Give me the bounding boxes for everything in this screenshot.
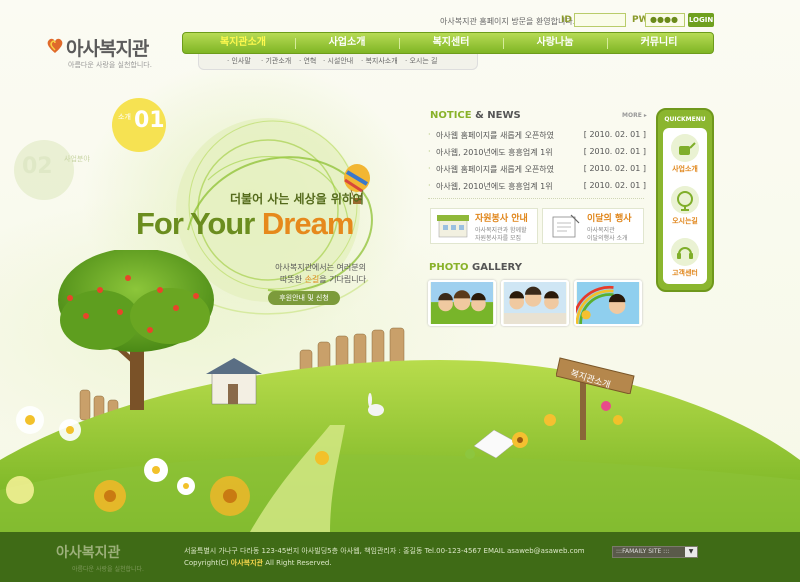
hero-subtitle: 더불어 사는 세상을 위하여 bbox=[230, 192, 364, 206]
gallery-thumbnail[interactable] bbox=[501, 280, 569, 326]
notice-item-date: [ 2010. 02. 01 ] bbox=[583, 164, 646, 173]
hero-title-part1: For Your bbox=[136, 206, 262, 241]
quick-menu-header: QUICKMENU bbox=[664, 116, 706, 123]
site-logo[interactable]: 아사복지관 아름다운 사랑을 실천합니다. bbox=[44, 30, 174, 76]
badge-02-number: 02 bbox=[22, 154, 53, 179]
page: 아사복지관 아름다운 사랑을 실천합니다. 아사복지관 홈페이지 방문을 환영합… bbox=[0, 0, 800, 582]
family-site-select[interactable]: :::FAMAILY SITE ::: ▼ bbox=[612, 546, 698, 558]
notice-item[interactable]: · 아사웹 홈페이지를 새롭게 오픈하였 [ 2010. 02. 01 ] bbox=[428, 130, 646, 147]
footer-address: 서울특별시 가나구 다라동 123-45번지 아사빌딩5층 아사웹, 책임관리자… bbox=[184, 547, 585, 555]
nav-item-center[interactable]: 복지센터 bbox=[399, 33, 503, 53]
subnav-item-facility[interactable]: · 시설안내 bbox=[323, 56, 353, 66]
quick-menu-panel: 사업소개 오시는길 고객센터 bbox=[663, 128, 707, 284]
hero-title: For Your Dream bbox=[136, 206, 354, 242]
wooden-sign: 복지관소개 bbox=[556, 354, 638, 394]
hero-title-part2: Dream bbox=[261, 206, 354, 241]
logo-tagline: 아름다운 사랑을 실천합니다. bbox=[68, 61, 152, 69]
login-button[interactable]: LOGIN bbox=[688, 13, 714, 27]
bullet-icon: · bbox=[428, 130, 431, 139]
badge-02-label: 사업분야 bbox=[64, 155, 90, 163]
notice-title-a: NOTICE bbox=[430, 110, 472, 121]
bullet-icon: · bbox=[428, 181, 431, 190]
copyright-prefix: Copyright(C) bbox=[184, 559, 231, 567]
notice-item-text[interactable]: 아사웹, 2010년에도 흥흥업계 1위 bbox=[436, 147, 553, 158]
family-site-label: :::FAMAILY SITE ::: bbox=[616, 548, 670, 555]
meadow-illustration bbox=[0, 250, 800, 532]
volunteer-line2: 자원봉사자를 모집 bbox=[475, 235, 522, 242]
bullet-icon: · bbox=[428, 164, 431, 173]
heart-logo-icon bbox=[47, 38, 63, 53]
footer-logo-tagline: 아름다운 사랑을 실천합니다. bbox=[72, 566, 144, 573]
quick-item-label: 오시는길 bbox=[672, 217, 698, 225]
subnav-item-greeting[interactable]: · 인사말 bbox=[227, 56, 251, 66]
subnav-item-directions[interactable]: · 오시는 길 bbox=[405, 56, 437, 66]
sub-nav: · 인사말 · 기관소개 · 연혁 · 시설안내 · 복지사소개 · 오시는 길 bbox=[198, 54, 478, 70]
quick-item-business[interactable]: 사업소개 bbox=[663, 132, 707, 180]
notice-item-date: [ 2010. 02. 01 ] bbox=[583, 130, 646, 139]
building-icon bbox=[437, 215, 469, 238]
nav-item-sharing[interactable]: 사랑나눔 bbox=[503, 33, 607, 53]
quick-menu: QUICKMENU 사업소개 오시는길 고객센터 bbox=[656, 108, 714, 292]
calendar-icon bbox=[552, 214, 580, 238]
footer-copyright: Copyright(C) 아사복지관 All Right Reserved. bbox=[184, 558, 332, 568]
notice-item-text[interactable]: 아사웹 홈페이지를 새롭게 오픈하였 bbox=[436, 164, 554, 175]
gallery-thumbnail[interactable] bbox=[574, 280, 642, 326]
notice-title-b: & NEWS bbox=[471, 110, 521, 121]
subnav-item-staff[interactable]: · 복지사소개 bbox=[361, 56, 398, 66]
kids-photo-icon bbox=[430, 282, 494, 324]
copyright-suffix: All Right Reserved. bbox=[262, 559, 332, 567]
gallery-title-b: GALLERY bbox=[468, 262, 522, 273]
nav-item-community[interactable]: 커뮤니티 bbox=[607, 33, 711, 53]
id-input[interactable] bbox=[574, 13, 626, 27]
event-banner[interactable]: 이달의 행사 아사복지관 이달의행사 소개 bbox=[542, 208, 644, 244]
notice-item-date: [ 2010. 02. 01 ] bbox=[583, 147, 646, 156]
login-bar: 아사복지관 홈페이지 방문을 환영합니다. ID PW ●●●● LOGIN bbox=[440, 13, 720, 29]
quick-item-support[interactable]: 고객센터 bbox=[663, 236, 707, 284]
id-label: ID bbox=[561, 15, 572, 25]
quick-item-label: 고객센터 bbox=[672, 269, 698, 277]
copyright-name: 아사복지관 bbox=[230, 559, 263, 567]
quick-item-label: 사업소개 bbox=[672, 165, 698, 173]
gallery-title: PHOTO GALLERY bbox=[429, 262, 522, 273]
divider bbox=[428, 198, 644, 199]
badge-01-number: 01 bbox=[134, 108, 165, 133]
welcome-text: 아사복지관 홈페이지 방문을 환영합니다. bbox=[440, 17, 576, 26]
event-line2: 이달의행사 소개 bbox=[587, 235, 628, 242]
nav-item-business[interactable]: 사업소개 bbox=[295, 33, 399, 53]
subnav-item-intro[interactable]: · 기관소개 bbox=[261, 56, 291, 66]
notice-item[interactable]: · 아사웹, 2010년에도 흥흥업계 1위 [ 2010. 02. 01 ] bbox=[428, 181, 646, 198]
notice-item[interactable]: · 아사웹, 2010년에도 흥흥업계 1위 [ 2010. 02. 01 ] bbox=[428, 147, 646, 164]
logo-text: 아사복지관 bbox=[66, 38, 149, 60]
quick-item-directions[interactable]: 오시는길 bbox=[663, 184, 707, 232]
pw-input[interactable]: ●●●● bbox=[645, 13, 685, 27]
volunteer-title: 자원봉사 안내 bbox=[475, 214, 528, 224]
subnav-item-history[interactable]: · 연혁 bbox=[299, 56, 316, 66]
nav-item-about[interactable]: 복지관소개 bbox=[187, 33, 299, 53]
watering-can-icon bbox=[671, 134, 699, 162]
notice-item-text[interactable]: 아사웹 홈페이지를 새롭게 오픈하였 bbox=[436, 130, 554, 141]
section-02-badge: 02 사업분야 bbox=[14, 140, 90, 200]
notice-item[interactable]: · 아사웹 홈페이지를 새롭게 오픈하였 [ 2010. 02. 01 ] bbox=[428, 164, 646, 181]
footer: 아사복지관 아름다운 사랑을 실천합니다. 서울특별시 가나구 다라동 123-… bbox=[0, 532, 800, 582]
family-photo-icon bbox=[503, 282, 567, 324]
notice-list: · 아사웹 홈페이지를 새롭게 오픈하였 [ 2010. 02. 01 ] · … bbox=[428, 130, 646, 198]
main-nav: 복지관소개 사업소개 복지센터 사랑나눔 커뮤니티 bbox=[182, 32, 714, 54]
notice-item-date: [ 2010. 02. 01 ] bbox=[583, 181, 646, 190]
event-title: 이달의 행사 bbox=[587, 214, 632, 224]
section-01-badge: 소개 01 bbox=[112, 98, 166, 152]
notice-title: NOTICE & NEWS bbox=[430, 110, 521, 121]
notice-item-text[interactable]: 아사웹, 2010년에도 흥흥업계 1위 bbox=[436, 181, 553, 192]
gallery-thumbnail[interactable] bbox=[428, 280, 496, 326]
chevron-down-icon[interactable]: ▼ bbox=[685, 547, 697, 557]
notice-more-link[interactable]: MORE ▸ bbox=[622, 112, 647, 119]
gallery-title-a: PHOTO bbox=[429, 262, 469, 273]
footer-logo: 아사복지관 bbox=[56, 545, 121, 561]
rainbow-photo-icon bbox=[576, 282, 640, 324]
globe-icon bbox=[671, 186, 699, 214]
badge-01-label: 소개 bbox=[118, 113, 131, 121]
volunteer-banner[interactable]: 자원봉사 안내 아사복지관과 함께할 자원봉사자를 모집 bbox=[430, 208, 538, 244]
bullet-icon: · bbox=[428, 147, 431, 156]
headset-icon bbox=[671, 238, 699, 266]
